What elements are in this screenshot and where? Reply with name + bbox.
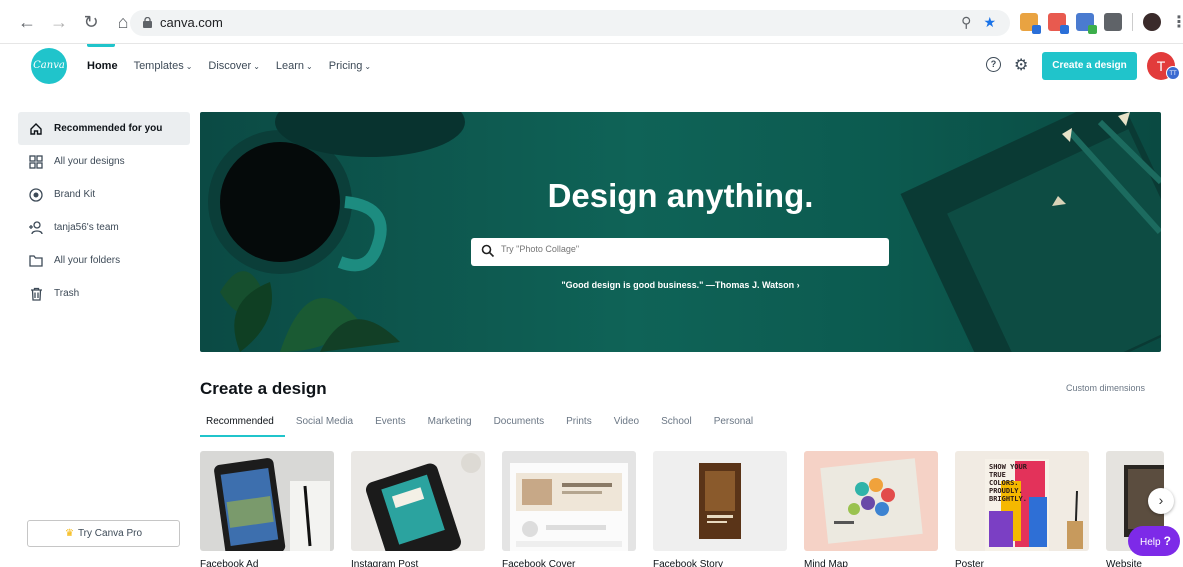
top-nav: Home Templates ⌄ Discover ⌄ Learn ⌄ Pricing… [87, 60, 371, 72]
extensions: ⋮ [1020, 12, 1183, 34]
hero-quote-link[interactable]: "Good design is good business." —Thomas … [200, 280, 1161, 290]
chevron-down-icon: ⌄ [185, 62, 193, 71]
hero-illustration [208, 112, 1161, 352]
star-icon[interactable]: ★ [983, 14, 996, 31]
url-text: canva.com [160, 15, 223, 30]
reload-icon[interactable]: ↻ [82, 12, 100, 32]
home-icon [28, 121, 44, 137]
nav-templates[interactable]: Templates ⌄ [134, 60, 193, 72]
hero-title: Design anything. [547, 177, 814, 214]
chevron-down-icon: ⌄ [364, 62, 372, 71]
facebook-extension-icon[interactable] [1104, 13, 1122, 31]
hero-banner: Design anything. "Good design is good bu… [200, 112, 1161, 352]
card-thumbnail [351, 451, 485, 551]
chevron-right-icon: › [1158, 492, 1164, 508]
card-label: Mind Map [804, 559, 848, 567]
card-thumbnail [653, 451, 787, 551]
nav-pricing[interactable]: Pricing ⌄ [329, 60, 371, 72]
trash-icon [28, 286, 44, 302]
tab-prints[interactable]: Prints [566, 408, 603, 437]
tab-video[interactable]: Video [614, 408, 650, 437]
search-input[interactable] [501, 244, 871, 254]
card-thumbnail [200, 451, 334, 551]
design-card-facebook-cover[interactable]: Facebook Cover [502, 451, 636, 567]
back-icon[interactable]: ← [18, 12, 36, 32]
card-label: Instagram Post [351, 559, 419, 567]
sidebar-item-label: Recommended for you [54, 123, 163, 134]
sidebar-item-label: Trash [54, 288, 80, 299]
carousel-next-button[interactable]: › [1148, 488, 1174, 514]
hero-search-box[interactable] [471, 238, 889, 266]
sidebar-item-designs[interactable]: All your designs [18, 145, 190, 178]
poster-text: SHOW YOUR TRUE COLORS. PROUDLY. BRIGHTLY… [989, 463, 1027, 503]
card-label: Facebook Cover [502, 559, 576, 567]
tab-events[interactable]: Events [375, 408, 417, 437]
active-nav-indicator [87, 44, 115, 47]
sidebar-item-brand-kit[interactable]: Brand Kit [18, 178, 190, 211]
forward-icon[interactable]: → [50, 12, 68, 32]
design-card-mind-map[interactable]: Mind Map [804, 451, 938, 567]
canva-logo[interactable]: Canva [31, 48, 67, 84]
sidebar-item-folders[interactable]: All your folders [18, 244, 190, 277]
extension-icon[interactable] [1048, 13, 1069, 34]
create-design-button[interactable]: Create a design [1042, 52, 1137, 80]
site-header: Canva Home Templates ⌄ Discover ⌄ Learn ⌄ P… [0, 44, 1183, 90]
try-canva-pro-button[interactable]: ♛ Try Canva Pro [27, 520, 180, 547]
extension-icon[interactable] [1076, 13, 1097, 34]
tab-documents[interactable]: Documents [494, 408, 556, 437]
sidebar-item-recommended[interactable]: Recommended for you [18, 112, 190, 145]
gear-icon[interactable]: ⚙ [1014, 55, 1028, 75]
browser-nav: ← → ↻ ⌂ [18, 12, 132, 32]
menu-kebab-icon[interactable]: ⋮ [1171, 12, 1183, 32]
sidebar-item-label: All your folders [54, 255, 121, 266]
help-icon[interactable]: ? [986, 57, 1001, 72]
sidebar: Recommended for you All your designs Bra… [18, 112, 190, 310]
sidebar-item-label: Brand Kit [54, 189, 96, 200]
design-category-tabs: Recommended Social Media Events Marketin… [200, 408, 775, 437]
tab-personal[interactable]: Personal [714, 408, 764, 437]
search-icon [481, 244, 495, 258]
section-title: Create a design [200, 379, 327, 398]
folder-icon [28, 253, 44, 269]
lock-icon [143, 17, 152, 28]
chevron-down-icon: ⌄ [253, 62, 260, 71]
tab-recommended[interactable]: Recommended [200, 408, 285, 437]
browser-toolbar: ← → ↻ ⌂ canva.com ⚲ ★ ⋮ [0, 0, 1183, 44]
nav-learn[interactable]: Learn ⌄ [276, 60, 313, 72]
chevron-down-icon: ⌄ [306, 62, 313, 71]
custom-dimensions-link[interactable]: Custom dimensions [1066, 383, 1145, 393]
nav-home[interactable]: Home [87, 60, 118, 72]
sidebar-item-label: tanja56's team [54, 222, 119, 233]
tab-social-media[interactable]: Social Media [296, 408, 364, 437]
card-label: Website [1106, 559, 1142, 567]
zoom-icon[interactable]: ⚲ [961, 14, 971, 31]
card-thumbnail [804, 451, 938, 551]
grid-icon [28, 154, 44, 170]
design-card-facebook-story[interactable]: Facebook Story [653, 451, 787, 567]
sidebar-item-label: All your designs [54, 156, 125, 167]
card-label: Facebook Ad [200, 559, 259, 567]
card-label: Facebook Story [653, 559, 724, 567]
card-thumbnail [502, 451, 636, 551]
divider [1132, 13, 1133, 31]
tab-marketing[interactable]: Marketing [428, 408, 483, 437]
team-avatar-badge: TT [1166, 66, 1180, 80]
design-cards: Facebook Ad Instagram Post Facebook Cove… [200, 451, 1164, 567]
help-button[interactable]: Help? [1128, 526, 1180, 556]
crown-icon: ♛ [64, 528, 74, 539]
card-thumbnail: SHOW YOUR TRUE COLORS. PROUDLY. BRIGHTLY… [955, 451, 1089, 551]
sidebar-item-trash[interactable]: Trash [18, 277, 190, 310]
design-card-facebook-ad[interactable]: Facebook Ad [200, 451, 334, 567]
nav-discover[interactable]: Discover ⌄ [208, 60, 260, 72]
extension-icon[interactable] [1020, 13, 1041, 34]
brand-kit-icon [28, 187, 44, 203]
card-label: Poster [955, 559, 984, 567]
team-icon [28, 220, 44, 236]
profile-icon[interactable] [1143, 13, 1161, 31]
design-card-poster[interactable]: SHOW YOUR TRUE COLORS. PROUDLY. BRIGHTLY… [955, 451, 1089, 567]
tab-school[interactable]: School [661, 408, 703, 437]
address-bar[interactable]: canva.com ⚲ ★ [130, 10, 1010, 36]
design-card-instagram-post[interactable]: Instagram Post [351, 451, 485, 567]
sidebar-item-team[interactable]: tanja56's team [18, 211, 190, 244]
